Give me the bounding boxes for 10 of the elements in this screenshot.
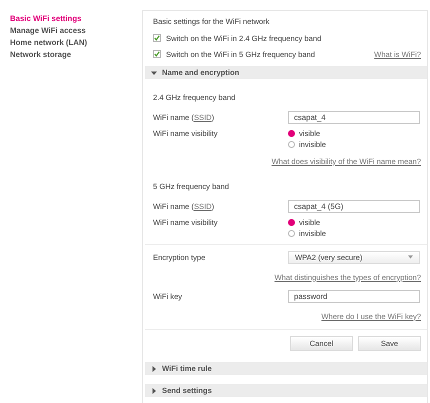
dropdown-arrow-icon [408, 255, 413, 259]
checkbox[interactable] [153, 34, 161, 42]
radio-button[interactable] [288, 230, 295, 237]
radio-button[interactable] [288, 141, 295, 148]
caret-icon [151, 366, 157, 372]
caret-icon [151, 388, 157, 394]
caret-icon [151, 70, 157, 76]
radio-button[interactable] [288, 130, 295, 137]
checkbox[interactable] [153, 50, 161, 58]
radio-button[interactable] [288, 219, 295, 226]
